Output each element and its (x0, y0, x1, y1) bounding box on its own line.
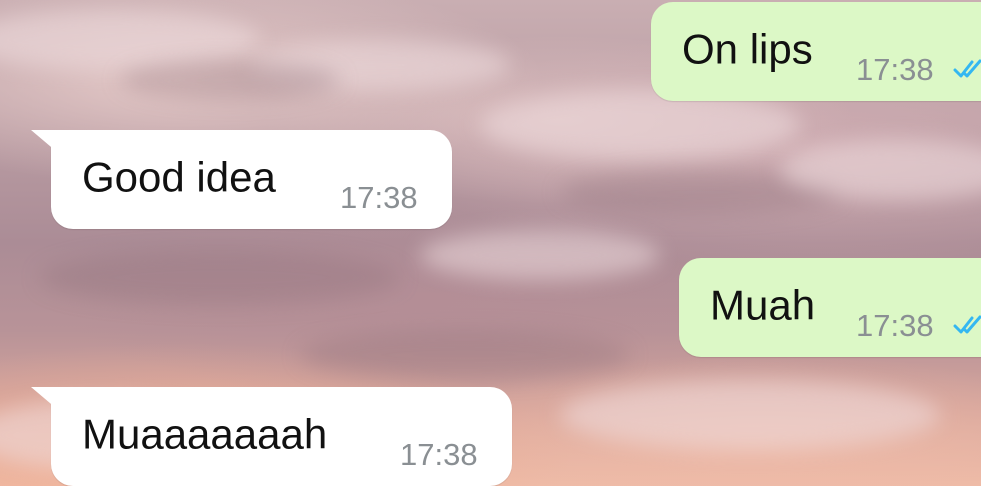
bubble-tail (31, 387, 57, 409)
message-bubble-outgoing[interactable]: Muah 17:38 (679, 258, 981, 357)
message-time: 17:38 (340, 180, 418, 215)
wallpaper-cloud (40, 250, 400, 305)
wallpaper-cloud (420, 230, 660, 280)
message-bubble-incoming[interactable]: Muaaaaaaah 17:38 (31, 387, 512, 486)
message-text: On lips (682, 24, 813, 72)
message-time: 17:38 (856, 308, 934, 343)
message-text: Muaaaaaaah (82, 409, 328, 457)
message-text: Muah (710, 280, 816, 328)
message-bubble-outgoing[interactable]: On lips 17:38 (651, 2, 981, 101)
wallpaper-cloud (300, 330, 630, 380)
message-time: 17:38 (400, 437, 478, 472)
wallpaper-cloud (560, 380, 940, 450)
message-text: Good idea (82, 152, 276, 200)
bubble-tail (31, 130, 57, 152)
delivered-double-check-icon (953, 59, 981, 78)
wallpaper-cloud (120, 60, 340, 100)
delivered-double-check-icon (953, 315, 981, 334)
message-time: 17:38 (856, 52, 934, 87)
message-bubble-incoming[interactable]: Good idea 17:38 (31, 130, 452, 229)
